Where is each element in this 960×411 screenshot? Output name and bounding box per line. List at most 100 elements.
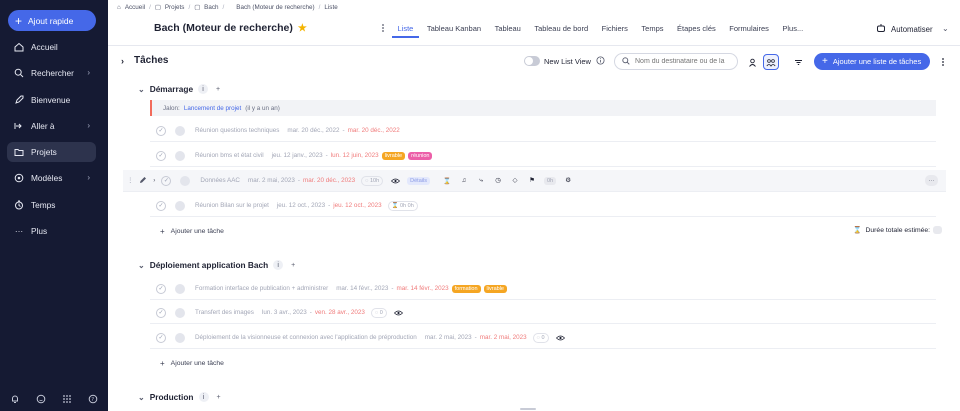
sidebar-item-projets[interactable]: Projets <box>7 142 96 163</box>
kebab-menu-icon[interactable] <box>379 22 387 34</box>
sidebar-item-accueil[interactable]: Accueil <box>7 37 96 57</box>
tag-icon[interactable]: ◇ <box>510 176 520 186</box>
task-row[interactable]: ✓ Réunion questions techniques mar. 20 d… <box>150 120 936 142</box>
comments-chip[interactable]: ◌ 0 <box>370 307 387 318</box>
tab-formulaires[interactable]: Formulaires <box>724 20 775 38</box>
task-row[interactable]: ✓ Transfert des images lun. 3 avr., 2023… <box>150 302 936 324</box>
task-checkbox[interactable]: ✓ <box>156 125 166 136</box>
kebab-menu-icon[interactable] <box>940 56 946 68</box>
filter-icon[interactable] <box>790 54 806 70</box>
tab-fichiers[interactable]: Fichiers <box>596 20 633 38</box>
user-filter-icon[interactable] <box>744 54 760 70</box>
quick-add-button[interactable]: + Ajout rapide <box>8 10 96 31</box>
chevron-down-icon[interactable]: ⌄ <box>138 85 145 94</box>
task-name[interactable]: Déploiement de la visionneuse et connexi… <box>195 334 417 341</box>
new-list-view-toggle[interactable] <box>524 56 540 66</box>
subtask-icon[interactable]: ⤷ <box>476 176 486 186</box>
add-task-list-button[interactable]: + Ajouter une liste de tâches <box>814 53 930 70</box>
task-row[interactable]: ✓ Déploiement de la visionneuse et conne… <box>150 327 936 349</box>
plus-icon[interactable]: + <box>213 84 223 94</box>
more-button[interactable]: ··· <box>925 175 938 186</box>
tab-temps[interactable]: Temps <box>636 20 669 38</box>
assignee-avatar[interactable] <box>180 175 191 186</box>
eye-icon[interactable] <box>556 333 566 343</box>
task-row[interactable]: ✓ Réunion Bilan sur le projet jeu. 12 oc… <box>150 195 936 217</box>
assignee-avatar[interactable] <box>175 283 185 294</box>
breadcrumb-item-bach[interactable]: Bach <box>204 4 218 11</box>
apps-grid-icon[interactable] <box>62 394 72 404</box>
task-checkbox[interactable]: ✓ <box>156 200 166 211</box>
add-task-button[interactable]: + Ajouter une tâche <box>160 359 224 368</box>
search-input[interactable] <box>635 58 731 65</box>
task-list-header[interactable]: ⌄ Production i + <box>138 392 224 402</box>
task-row[interactable]: ✓ Formation interface de publication + a… <box>150 278 936 300</box>
task-row[interactable]: ✓ Réunion bms et état civil jeu. 12 janv… <box>150 145 936 167</box>
task-name[interactable]: Données AAC <box>200 177 240 184</box>
sidebar-item-modeles[interactable]: Modèles › <box>7 168 96 188</box>
hourglass-icon[interactable]: ⌛ <box>442 176 452 186</box>
task-name[interactable]: Réunion questions techniques <box>195 127 279 134</box>
drag-handle-icon[interactable]: ⋮ <box>127 177 133 184</box>
eye-icon[interactable] <box>390 176 400 186</box>
status-badge[interactable]: Détails <box>407 176 430 185</box>
bell-icon[interactable] <box>10 394 20 404</box>
automate-button[interactable]: Automatiser <box>876 23 933 35</box>
eye-icon[interactable] <box>394 308 404 318</box>
emoji-icon[interactable] <box>36 394 46 404</box>
sidebar-item-rechercher[interactable]: Rechercher › <box>7 63 96 83</box>
tab-tableau[interactable]: Tableau <box>489 20 526 38</box>
sidebar-item-plus[interactable]: ··· Plus <box>7 221 96 241</box>
group-users-icon[interactable] <box>763 54 779 70</box>
breadcrumb-item-accueil[interactable]: Accueil <box>125 4 145 11</box>
time-chip[interactable]: 0h <box>543 176 557 185</box>
settings-icon[interactable]: ⚙ <box>563 176 573 186</box>
assignee-avatar[interactable] <box>175 125 185 136</box>
clock-icon[interactable]: ◷ <box>493 176 503 186</box>
task-checkbox[interactable]: ✓ <box>156 150 166 161</box>
tag-badge[interactable]: réunion <box>408 151 433 160</box>
edit-icon[interactable] <box>139 176 147 186</box>
tab-tableau-de-bord[interactable]: Tableau de bord <box>529 20 594 38</box>
task-checkbox[interactable]: ✓ <box>156 332 166 343</box>
task-name[interactable]: Formation interface de publication + adm… <box>195 285 328 292</box>
plus-icon[interactable]: + <box>214 392 224 402</box>
star-icon[interactable]: ★ <box>298 23 307 34</box>
tag-badge[interactable]: formation <box>451 284 481 293</box>
tab-tableau-kanban[interactable]: Tableau Kanban <box>421 20 486 38</box>
task-name[interactable]: Réunion Bilan sur le projet <box>195 202 269 209</box>
info-icon[interactable] <box>596 56 605 65</box>
bell-icon[interactable]: ♫ <box>459 176 469 186</box>
comments-chip[interactable]: ◌ 0 <box>532 332 549 343</box>
add-task-button[interactable]: + Ajouter une tâche <box>160 227 224 236</box>
task-checkbox[interactable]: ✓ <box>156 307 166 318</box>
assignee-avatar[interactable] <box>175 200 185 211</box>
tab-etapes-cles[interactable]: Étapes clés <box>672 20 722 38</box>
chevron-down-icon[interactable]: ⌄ <box>138 261 145 270</box>
help-icon[interactable]: ? <box>88 394 98 404</box>
chevron-down-icon[interactable]: ⌄ <box>138 393 145 402</box>
scrollbar[interactable] <box>520 408 536 410</box>
assignee-avatar[interactable] <box>175 332 185 343</box>
assignee-avatar[interactable] <box>175 150 185 161</box>
tab-plus[interactable]: Plus... <box>777 20 809 38</box>
info-badge[interactable]: i <box>198 84 209 94</box>
breadcrumb-item-projets[interactable]: Projets <box>165 4 185 11</box>
task-checkbox[interactable]: ✓ <box>156 283 166 294</box>
sidebar-item-bienvenue[interactable]: Bienvenue <box>7 90 96 110</box>
task-list-header[interactable]: ⌄ Déploiement application Bach i + <box>138 260 298 270</box>
chevron-right-icon[interactable]: › <box>153 177 155 184</box>
info-badge[interactable]: i <box>198 392 209 402</box>
search-field[interactable] <box>614 53 738 70</box>
sidebar-item-aller-a[interactable]: Aller à › <box>7 116 96 136</box>
assignee-avatar[interactable] <box>175 307 185 318</box>
plus-icon[interactable]: + <box>288 260 298 270</box>
comments-chip[interactable]: ◌ 10h <box>361 175 384 186</box>
task-name[interactable]: Réunion bms et état civil <box>195 152 264 159</box>
sidebar-item-temps[interactable]: Temps <box>7 195 96 215</box>
task-checkbox[interactable]: ✓ <box>161 175 172 186</box>
tag-badge[interactable]: livrable <box>483 284 507 293</box>
tag-badge[interactable]: livrable <box>381 151 406 160</box>
info-badge[interactable]: i <box>273 260 284 270</box>
chevron-right-icon[interactable]: › <box>121 56 124 66</box>
tab-liste[interactable]: Liste <box>392 20 419 38</box>
